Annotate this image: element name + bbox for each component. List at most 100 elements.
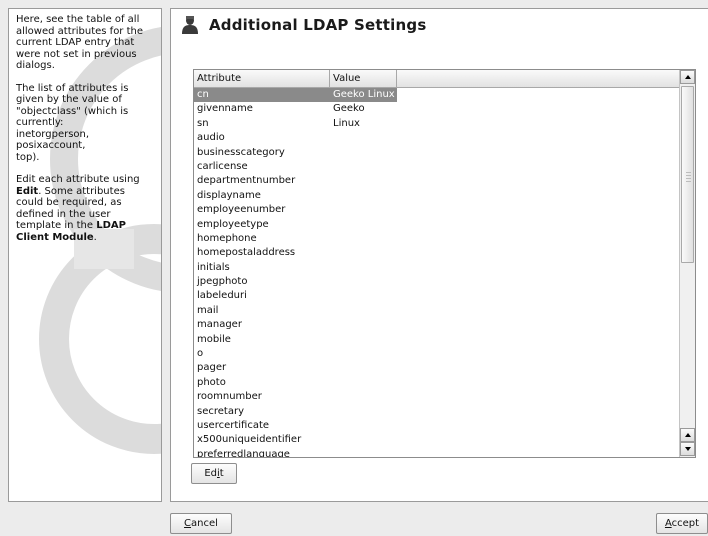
table-row[interactable]: usercertificate — [194, 419, 681, 433]
value-cell — [330, 232, 397, 246]
value-cell — [330, 419, 397, 433]
table-row[interactable]: initials — [194, 261, 681, 275]
table-row[interactable]: departmentnumber — [194, 174, 681, 188]
value-cell — [330, 261, 397, 275]
attribute-cell: mobile — [197, 333, 231, 345]
table-row[interactable]: preferredlanguage — [194, 448, 681, 458]
help-paragraph-intro: Here, see the table of all allowed attri… — [16, 14, 144, 71]
help-line: given by the value of — [16, 94, 122, 105]
table-row[interactable]: givenname Geeko — [194, 102, 681, 116]
attribute-cell: pager — [197, 362, 227, 374]
help-line: "objectclass" (which is — [16, 105, 129, 117]
cancel-button[interactable]: Cancel — [170, 513, 232, 534]
table-row[interactable]: photo — [194, 376, 681, 390]
value-cell — [330, 174, 397, 188]
main-dialog: Additional LDAP Settings Attribute Value… — [170, 8, 708, 502]
accept-button[interactable]: Accept — [656, 513, 708, 534]
table-row[interactable]: homephone — [194, 232, 681, 246]
dialog-header: Additional LDAP Settings — [181, 13, 426, 37]
user-icon — [182, 16, 198, 34]
table-row[interactable]: sn Linux — [194, 117, 681, 131]
table-row[interactable]: displayname — [194, 189, 681, 203]
attributes-table[interactable]: Attribute Value cn Geeko Linux givenname Ge… — [193, 69, 696, 458]
attribute-cell: x500uniqueidentifier — [197, 434, 302, 446]
value-cell — [330, 333, 397, 347]
table-row[interactable]: businesscategory — [194, 146, 681, 160]
attribute-cell: homepostaladdress — [197, 247, 296, 259]
attribute-cell: homephone — [197, 232, 257, 244]
scroll-up-top-button[interactable] — [680, 70, 695, 84]
value-cell — [330, 405, 397, 419]
table-row[interactable]: o — [194, 347, 681, 361]
column-header-filler — [397, 70, 681, 88]
arrow-up-icon — [684, 433, 691, 437]
table-row[interactable]: x500uniqueidentifier — [194, 433, 681, 447]
table-row[interactable]: labeleduri — [194, 289, 681, 303]
help-paragraph-edit: Edit each attribute using Edit. Some att… — [16, 174, 140, 243]
value-cell — [330, 160, 397, 174]
table-row[interactable]: employeetype — [194, 218, 681, 232]
attribute-cell: carlicense — [197, 160, 248, 172]
attribute-cell: labeleduri — [197, 290, 247, 302]
page-title: Additional LDAP Settings — [209, 16, 427, 34]
column-header-attribute[interactable]: Attribute — [194, 70, 330, 88]
attribute-cell: mail — [197, 304, 219, 316]
attribute-cell: employeetype — [197, 218, 269, 230]
table-row[interactable]: cn Geeko Linux — [194, 88, 681, 103]
value-cell — [330, 146, 397, 160]
value-cell — [330, 189, 397, 203]
attribute-cell: businesscategory — [197, 146, 285, 158]
value-cell — [330, 347, 397, 361]
attribute-cell: secretary — [197, 405, 244, 417]
edit-button[interactable]: Edit — [191, 463, 237, 484]
help-line: currently: — [16, 117, 64, 128]
value-cell — [330, 131, 397, 145]
help-paragraph-objectclass: The list of attributes is given by the v… — [16, 83, 155, 164]
scroll-down-button[interactable] — [680, 442, 695, 456]
attribute-cell: initials — [197, 261, 230, 273]
value-cell — [330, 304, 397, 318]
attribute-cell: displayname — [197, 189, 261, 201]
value-cell — [330, 289, 397, 303]
attribute-cell: o — [197, 348, 204, 360]
help-panel: Here, see the table of all allowed attri… — [8, 8, 162, 502]
table-row[interactable]: manager — [194, 318, 681, 332]
table-row[interactable]: pager — [194, 361, 681, 375]
table-row[interactable]: roomnumber — [194, 390, 681, 404]
attribute-cell: roomnumber — [197, 391, 262, 403]
table-row[interactable]: homepostaladdress — [194, 246, 681, 260]
attribute-cell: manager — [197, 319, 242, 331]
table-row[interactable]: employeenumber — [194, 203, 681, 217]
value-cell — [330, 448, 397, 457]
value-cell — [330, 376, 397, 390]
scroll-up-button[interactable] — [680, 428, 695, 442]
table-row[interactable]: audio — [194, 131, 681, 145]
value-cell — [330, 275, 397, 289]
attribute-cell: employeenumber — [197, 204, 286, 216]
help-line: top). — [16, 151, 40, 163]
attribute-cell: preferredlanguage — [197, 448, 290, 458]
table-row[interactable]: mobile — [194, 333, 681, 347]
vertical-scrollbar[interactable] — [679, 70, 695, 457]
column-header-value[interactable]: Value — [330, 70, 397, 88]
table-row[interactable]: carlicense — [194, 160, 681, 174]
value-cell — [330, 318, 397, 332]
table-body: cn Geeko Linux givenname Geeko sn Linux audio b… — [194, 88, 681, 458]
help-line: The list of attributes is — [16, 82, 129, 94]
value-cell: Linux — [333, 117, 360, 129]
value-cell: Geeko Linux — [330, 88, 397, 103]
attribute-cell: cn — [194, 88, 330, 103]
attribute-cell: sn — [197, 117, 209, 129]
scrollbar-thumb[interactable] — [681, 86, 694, 263]
table-row[interactable]: mail — [194, 304, 681, 318]
table-row[interactable]: secretary — [194, 405, 681, 419]
value-cell: Geeko — [333, 103, 365, 115]
table-row[interactable]: jpegphoto — [194, 275, 681, 289]
table-header: Attribute Value — [194, 70, 681, 88]
help-line: inetorgperson, — [16, 128, 90, 140]
value-cell — [330, 361, 397, 375]
attribute-cell: usercertificate — [197, 419, 270, 431]
value-cell — [330, 203, 397, 217]
value-cell — [330, 218, 397, 232]
value-cell — [330, 246, 397, 260]
